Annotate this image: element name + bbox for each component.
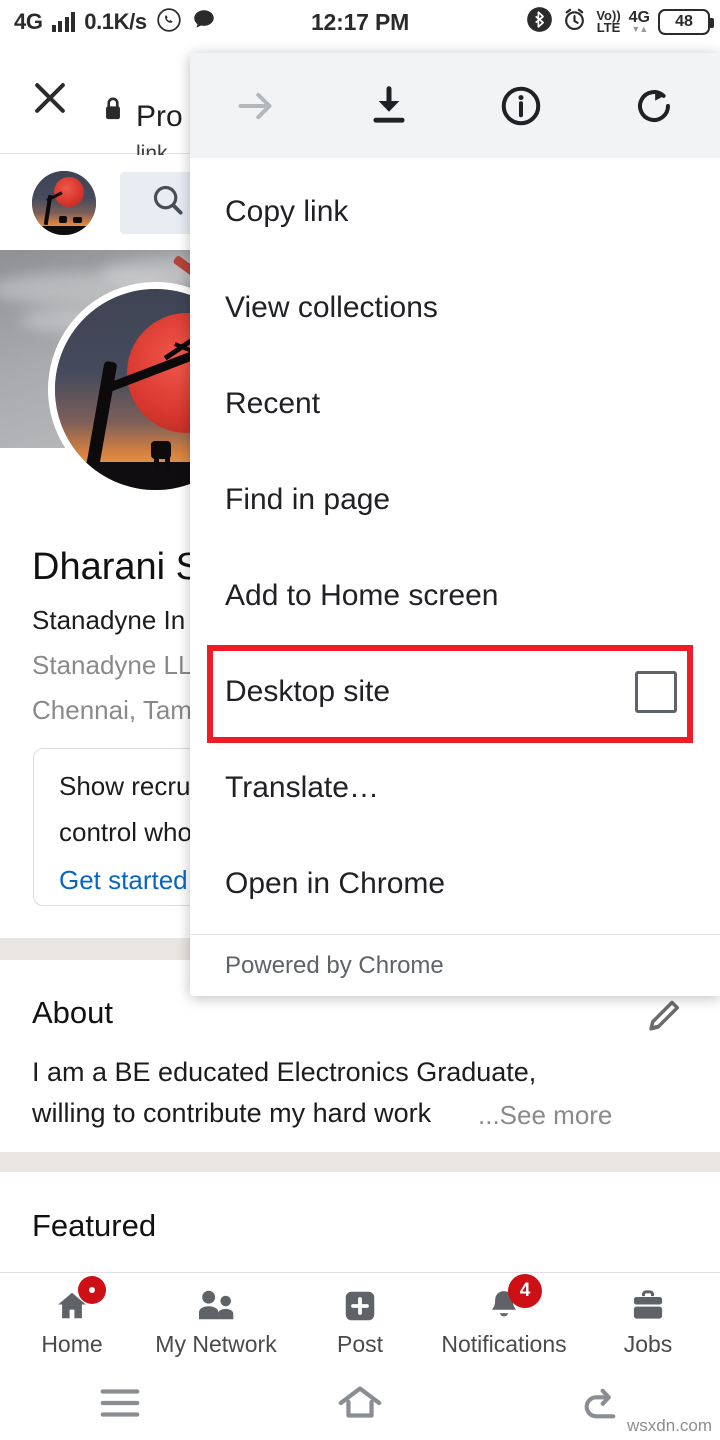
- close-icon[interactable]: [28, 76, 72, 120]
- menu-item-find-in-page[interactable]: Find in page: [190, 452, 720, 548]
- menu-item-copy-link[interactable]: Copy link: [190, 164, 720, 260]
- home-outline-icon: [335, 1383, 385, 1428]
- nav-tab-my-network[interactable]: My Network: [144, 1273, 288, 1370]
- menu-item-label: Desktop site: [225, 675, 391, 708]
- home-icon: [50, 1275, 106, 1326]
- android-menu-button[interactable]: [0, 1385, 240, 1426]
- bottom-navigation: Home My Network Post 4 Notifications Job…: [0, 1272, 720, 1370]
- chrome-menu-toolbar: [190, 53, 720, 158]
- menu-item-label: Recent: [225, 387, 321, 420]
- android-navigation-bar: wsxdn.com: [0, 1370, 720, 1440]
- chrome-overflow-menu: Copy link View collections Recent Find i…: [190, 53, 720, 996]
- status-bar: 4G 0.1K/s 12:17 PM Vo)) LTE 4G ▼▲ 48: [0, 0, 720, 44]
- nav-label-home: Home: [41, 1330, 103, 1357]
- notifications-badge: 4: [508, 1273, 542, 1308]
- about-heading: About: [32, 995, 114, 1030]
- battery-indicator: 48: [658, 9, 714, 35]
- chrome-menu-items: Copy link View collections Recent Find i…: [190, 158, 720, 932]
- plus-square-icon: [338, 1286, 382, 1326]
- menu-item-label: Copy link: [225, 195, 349, 228]
- nav-tab-home[interactable]: Home: [0, 1273, 144, 1370]
- get-started-link[interactable]: Get started: [59, 865, 188, 896]
- hamburger-menu-icon: [97, 1385, 143, 1426]
- nav-tab-notifications[interactable]: 4 Notifications: [432, 1273, 576, 1370]
- nav-label-my-network: My Network: [155, 1330, 277, 1357]
- profile-company: Stanadyne LL: [32, 650, 193, 680]
- section-divider-2: [0, 1152, 720, 1172]
- menu-item-view-collections[interactable]: View collections: [190, 260, 720, 356]
- page-title: Pro: [136, 100, 183, 133]
- menu-item-label: Open in Chrome: [225, 867, 446, 900]
- people-icon: [194, 1286, 238, 1326]
- bell-icon: 4: [482, 1273, 542, 1326]
- about-text-line1: I am a BE educated Electronics Graduate,: [32, 1057, 537, 1087]
- back-arrow-icon: [577, 1384, 623, 1427]
- menu-item-label: Add to Home screen: [225, 579, 499, 612]
- chrome-menu-footer: Powered by Chrome: [190, 934, 720, 996]
- clock-label: 12:17 PM: [310, 8, 410, 35]
- watermark: wsxdn.com: [626, 1416, 712, 1435]
- android-home-button[interactable]: [240, 1383, 480, 1428]
- menu-item-recent[interactable]: Recent: [190, 356, 720, 452]
- menu-item-add-to-home-screen[interactable]: Add to Home screen: [190, 548, 720, 644]
- menu-item-label: View collections: [225, 291, 438, 324]
- phone-screen: 4G 0.1K/s 12:17 PM Vo)) LTE 4G ▼▲ 48 Pro…: [0, 0, 720, 1440]
- recruiter-card-line2: control who: [59, 817, 192, 847]
- menu-item-label: Find in page: [225, 483, 391, 516]
- desktop-site-checkbox[interactable]: [635, 671, 677, 713]
- nav-label-notifications: Notifications: [441, 1330, 567, 1357]
- lock-icon[interactable]: [100, 94, 126, 129]
- briefcase-icon: [626, 1286, 670, 1326]
- reload-icon[interactable]: [588, 83, 720, 129]
- featured-heading: Featured: [32, 1208, 157, 1243]
- pencil-edit-icon[interactable]: [644, 995, 686, 1037]
- menu-item-label: Translate…: [225, 771, 379, 804]
- profile-name: Dharani S: [32, 546, 201, 588]
- menu-item-open-in-chrome[interactable]: Open in Chrome: [190, 836, 720, 932]
- download-icon[interactable]: [323, 83, 456, 129]
- menu-item-translate[interactable]: Translate…: [190, 740, 720, 836]
- nav-label-jobs: Jobs: [623, 1330, 673, 1357]
- nav-tab-post[interactable]: Post: [288, 1273, 432, 1370]
- profile-headline: Stanadyne In: [32, 605, 186, 635]
- see-more-link[interactable]: ...See more: [478, 1100, 612, 1131]
- nav-label-post: Post: [336, 1330, 384, 1357]
- search-icon: [149, 181, 187, 224]
- profile-location: Chennai, Tam: [32, 695, 192, 725]
- recruiter-card-line1: Show recru: [59, 771, 191, 801]
- about-text-line2: willing to contribute my hard work: [32, 1098, 432, 1128]
- avatar[interactable]: [32, 170, 96, 235]
- menu-item-desktop-site[interactable]: Desktop site: [190, 644, 720, 740]
- forward-arrow-icon[interactable]: [190, 83, 323, 129]
- nav-tab-jobs[interactable]: Jobs: [576, 1273, 720, 1370]
- page-info-icon[interactable]: [455, 83, 588, 129]
- home-badge: [78, 1275, 106, 1304]
